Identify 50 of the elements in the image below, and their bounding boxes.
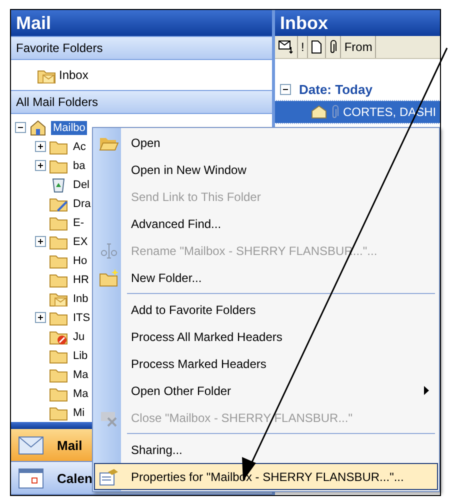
collapse-icon[interactable] <box>280 84 291 94</box>
folder-item[interactable]: Lib <box>71 348 90 362</box>
page-icon <box>311 40 322 54</box>
folder-item[interactable]: ITS <box>71 310 92 324</box>
menu-item[interactable]: Process Marked Headers <box>94 350 438 377</box>
group-header: Date: Today <box>299 82 372 96</box>
folder-item[interactable]: E- <box>71 216 86 230</box>
favorite-folder-item[interactable]: Inbox <box>59 68 88 82</box>
pane-title: Inbox <box>275 10 440 36</box>
house-icon <box>29 119 48 136</box>
menu-item[interactable]: Open <box>94 129 438 156</box>
menu-item[interactable]: Add to Favorite Folders <box>94 296 438 323</box>
folder-item[interactable]: HR <box>71 272 91 286</box>
folder-item[interactable]: Del <box>71 178 92 192</box>
expand-icon[interactable] <box>35 141 46 152</box>
menu-item[interactable]: Advanced Find... <box>94 210 438 237</box>
menu-item[interactable]: Open in New Window <box>94 156 438 183</box>
folder-item[interactable]: Mailbo <box>51 120 88 134</box>
submenu-arrow-icon <box>424 386 429 395</box>
folder-item[interactable]: ba <box>71 158 88 172</box>
pane-title: Mail <box>11 10 272 36</box>
folder-item[interactable]: Mi <box>71 406 87 420</box>
menu-item[interactable]: Process All Marked Headers <box>94 323 438 350</box>
menu-item[interactable]: Sharing... <box>94 436 438 463</box>
paperclip-icon <box>329 40 338 54</box>
folder-item[interactable]: Ju <box>71 330 87 344</box>
text-cursor-icon <box>99 242 119 260</box>
column-header[interactable]: ! <box>298 36 308 58</box>
expand-icon[interactable] <box>35 312 46 323</box>
folder-item[interactable]: Dra <box>71 196 93 210</box>
calendar-icon <box>17 466 45 490</box>
collapse-icon[interactable] <box>15 122 26 133</box>
close-mailbox-icon <box>99 409 119 427</box>
section-header: Favorite Folders <box>11 36 272 60</box>
folder-item[interactable]: Ma <box>71 386 90 400</box>
folder-item[interactable]: Ac <box>71 140 88 154</box>
expand-icon[interactable] <box>35 160 46 171</box>
column-header[interactable]: From <box>341 36 376 58</box>
open-envelope-icon <box>311 105 327 119</box>
new-folder-icon <box>99 269 119 287</box>
folder-item[interactable]: Ma <box>71 368 90 382</box>
folder-item[interactable]: Inb <box>71 292 90 306</box>
menu-item[interactable]: New Folder... <box>94 264 438 291</box>
envelope-icon <box>278 40 294 54</box>
folder-item[interactable]: Ho <box>71 254 90 268</box>
menu-item[interactable]: Open Other Folder <box>94 377 438 404</box>
folder-item[interactable]: EX <box>71 234 90 248</box>
expand-icon[interactable] <box>35 236 46 247</box>
paperclip-icon <box>331 105 339 119</box>
section-header: All Mail Folders <box>11 90 272 114</box>
